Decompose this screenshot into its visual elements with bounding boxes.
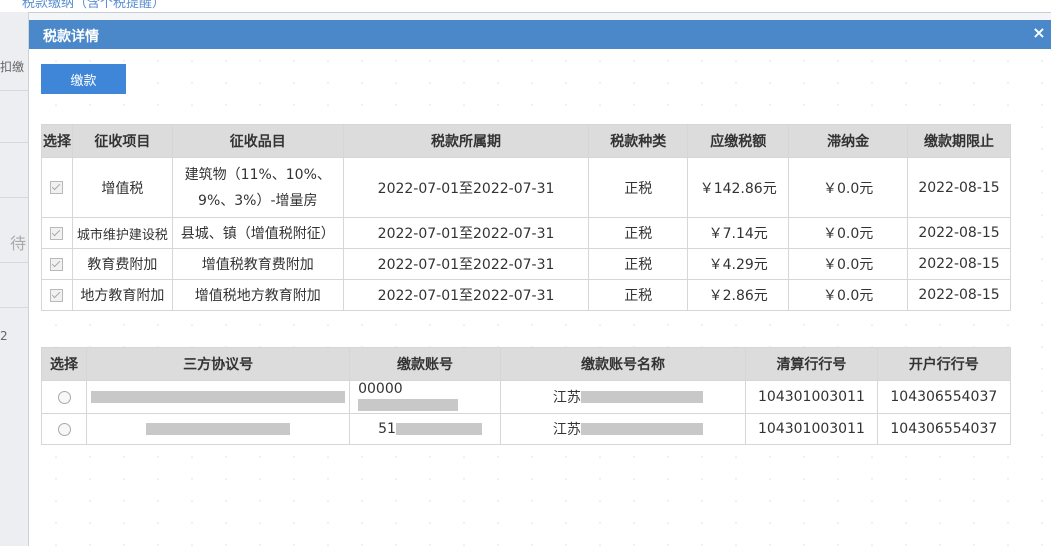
row-radio[interactable] xyxy=(57,422,71,436)
tax-item: 增值税 xyxy=(71,157,173,218)
tax-category: 建筑物（11%、10%、9%、3%）-增量房 xyxy=(171,157,344,218)
column-header: 选择 xyxy=(40,347,88,381)
column-header: 征收项目 xyxy=(71,124,173,158)
background-top-link[interactable]: 税款缴纳（含个税提醒） xyxy=(22,0,165,11)
row-checkbox[interactable] xyxy=(50,257,64,271)
row-checkbox-cell xyxy=(41,279,73,311)
tax-category: 增值税地方教育附加 xyxy=(171,279,344,311)
row-checkbox[interactable] xyxy=(50,226,64,240)
tax-period: 2022-07-01至2022-07-31 xyxy=(342,279,590,311)
masked-redaction xyxy=(146,423,291,435)
row-radio-cell xyxy=(40,380,88,414)
row-radio[interactable] xyxy=(57,390,71,404)
account-number-cell: 00000 xyxy=(349,380,501,414)
tax-period: 2022-07-01至2022-07-31 xyxy=(342,217,590,249)
account-table-header-row: 选择 三方协议号 缴款账号 缴款账号名称 清算行行号 开户行行号 xyxy=(40,347,1012,381)
column-header: 选择 xyxy=(41,124,73,158)
column-header: 缴款期限止 xyxy=(907,124,1011,158)
modal-title: 税款详情 xyxy=(43,29,99,45)
row-checkbox[interactable] xyxy=(50,181,64,194)
tax-items-table: 选择 征收项目 征收品目 税款所属期 税款种类 应缴税额 滞纳金 缴款期限止 增… xyxy=(41,124,1011,311)
tax-table-header-row: 选择 征收项目 征收品目 税款所属期 税款种类 应缴税额 滞纳金 缴款期限止 xyxy=(41,124,1011,158)
opening-bank-number: 104306554037 xyxy=(876,380,1012,414)
table-row: 地方教育附加 增值税地方教育附加 2022-07-01至2022-07-31 正… xyxy=(41,279,1011,311)
column-header: 清算行行号 xyxy=(745,347,878,381)
tax-amount: ￥4.29元 xyxy=(687,248,790,280)
column-header: 缴款账号名称 xyxy=(499,347,747,381)
account-name-cell: 江苏 xyxy=(499,380,747,414)
tax-type: 正税 xyxy=(588,279,689,311)
tax-detail-modal: 税款详情 × 缴款 选择 征收项目 征收品目 税款所属期 税款种类 应缴税额 滞… xyxy=(29,20,1051,546)
tax-item: 地方教育附加 xyxy=(71,279,173,311)
column-header: 税款种类 xyxy=(588,124,689,158)
clearing-bank-number: 104301003011 xyxy=(745,413,878,445)
tax-category: 县城、镇（增值税附征） xyxy=(171,217,344,249)
masked-redaction xyxy=(395,423,482,435)
agreement-number xyxy=(86,380,351,414)
row-checkbox-cell xyxy=(41,217,73,249)
agreement-number xyxy=(86,413,351,445)
background-left-panel: 扣缴 待 2 xyxy=(0,12,29,546)
account-number-cell: 51 xyxy=(349,413,501,445)
table-row: 00000 江苏 104301003011 104306554037 xyxy=(40,380,1012,414)
masked-redaction xyxy=(580,423,703,435)
background-topbar: 税款缴纳（含个税提醒） xyxy=(0,0,1051,13)
payment-deadline: 2022-08-15 xyxy=(907,217,1011,249)
column-header: 征收品目 xyxy=(171,124,344,158)
column-header: 开户行行号 xyxy=(876,347,1012,381)
column-header: 三方协议号 xyxy=(86,347,351,381)
account-name: 江苏 xyxy=(552,390,581,406)
masked-redaction xyxy=(580,391,703,403)
payment-deadline: 2022-08-15 xyxy=(907,157,1011,218)
tax-type: 正税 xyxy=(588,248,689,280)
modal-header: 税款详情 × xyxy=(29,20,1051,49)
row-checkbox[interactable] xyxy=(50,288,64,302)
tax-category: 增值税教育费附加 xyxy=(171,248,344,280)
tax-amount: ￥142.86元 xyxy=(687,157,790,218)
tax-amount: ￥2.86元 xyxy=(687,279,790,311)
column-header: 缴款账号 xyxy=(349,347,501,381)
column-header: 应缴税额 xyxy=(687,124,790,158)
pay-button[interactable]: 缴款 xyxy=(41,64,126,94)
tax-item: 教育费附加 xyxy=(71,248,173,280)
masked-redaction xyxy=(91,391,346,403)
payment-account-table: 选择 三方协议号 缴款账号 缴款账号名称 清算行行号 开户行行号 00000 江… xyxy=(40,347,1012,445)
clearing-bank-number: 104301003011 xyxy=(745,380,878,414)
tax-type: 正税 xyxy=(588,217,689,249)
payment-deadline: 2022-08-15 xyxy=(907,279,1011,311)
payment-deadline: 2022-08-15 xyxy=(907,248,1011,280)
late-fee: ￥0.0元 xyxy=(788,157,909,218)
late-fee: ￥0.0元 xyxy=(788,248,909,280)
opening-bank-number: 104306554037 xyxy=(876,413,1012,445)
table-row: 教育费附加 增值税教育费附加 2022-07-01至2022-07-31 正税 … xyxy=(41,248,1011,280)
account-name-cell: 江苏 xyxy=(499,413,747,445)
tax-period: 2022-07-01至2022-07-31 xyxy=(342,248,590,280)
account-name: 江苏 xyxy=(552,422,581,438)
account-number: 51 xyxy=(378,421,396,437)
column-header: 滞纳金 xyxy=(788,124,909,158)
tax-item: 城市维护建设税 xyxy=(71,217,173,249)
late-fee: ￥0.0元 xyxy=(788,279,909,311)
background-fragment: 扣缴 xyxy=(0,60,25,74)
row-checkbox-cell xyxy=(41,248,73,280)
tax-type: 正税 xyxy=(588,157,689,218)
table-row: 城市维护建设税 县城、镇（增值税附征） 2022-07-01至2022-07-3… xyxy=(41,217,1011,249)
late-fee: ￥0.0元 xyxy=(788,217,909,249)
table-row: 增值税 建筑物（11%、10%、9%、3%）-增量房 2022-07-01至20… xyxy=(41,157,1011,218)
tax-period: 2022-07-01至2022-07-31 xyxy=(342,157,590,218)
table-row: 51 江苏 104301003011 104306554037 xyxy=(40,413,1012,445)
account-number: 00000 xyxy=(358,381,403,397)
close-icon[interactable]: × xyxy=(1031,23,1047,42)
masked-redaction xyxy=(358,399,459,411)
background-fragment: 待 xyxy=(10,234,27,253)
row-checkbox-cell xyxy=(41,157,73,218)
column-header: 税款所属期 xyxy=(342,124,590,158)
tax-amount: ￥7.14元 xyxy=(687,217,790,249)
row-radio-cell xyxy=(40,413,88,445)
background-fragment: 2 xyxy=(0,329,8,343)
